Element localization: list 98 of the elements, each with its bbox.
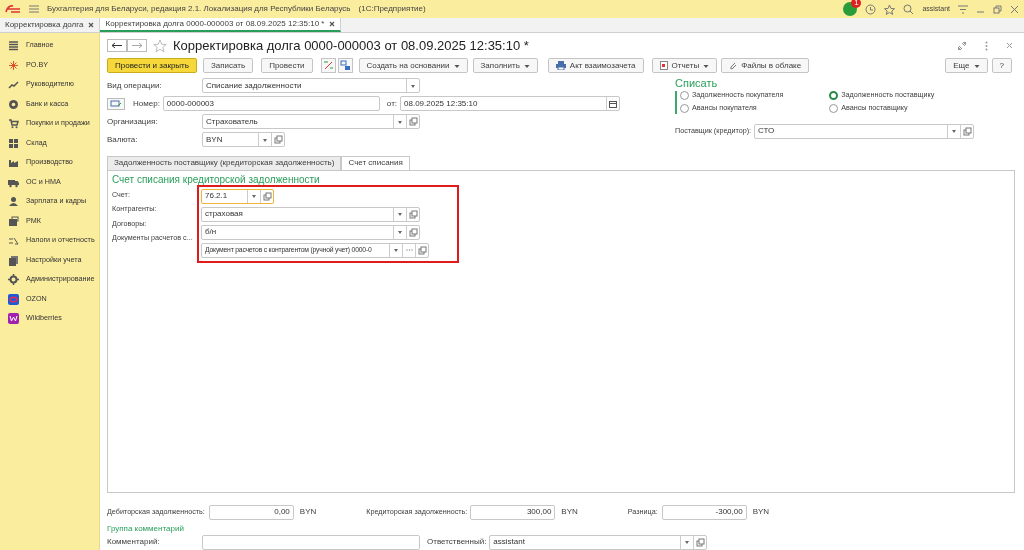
list-icon: [8, 40, 19, 52]
structure-icon[interactable]: [337, 58, 353, 74]
app-name: (1С:Предприятие): [358, 3, 426, 15]
menu-icon[interactable]: [29, 5, 39, 13]
open-button[interactable]: [406, 225, 419, 239]
register-icon: [8, 215, 19, 227]
number-field[interactable]: 0000-000003: [162, 96, 380, 112]
gear-icon: [8, 274, 19, 286]
edit-number-icon[interactable]: [107, 97, 125, 110]
responsible-field[interactable]: assistant: [489, 535, 708, 550]
open-icon: [407, 116, 419, 128]
section-title: Счет списания кредиторской задолженности: [112, 173, 320, 185]
star-icon[interactable]: [153, 38, 167, 53]
person-icon: [8, 196, 19, 208]
document-title: Корректировка долга 0000-000003 от 08.09.2025 12:35:10 *: [173, 37, 529, 56]
files-button[interactable]: Файлы в облаке: [721, 58, 810, 74]
app-logo-icon: [5, 4, 21, 14]
menu-button[interactable]: Создать на основании: [358, 58, 468, 74]
caret-icon: [453, 62, 460, 69]
form-tab[interactable]: Счет списания: [341, 155, 410, 170]
cart-icon: [8, 118, 19, 130]
select-field[interactable]: б/н: [201, 224, 420, 240]
star-icon[interactable]: [884, 3, 896, 15]
field-label: Организация:: [107, 115, 159, 128]
comment-field[interactable]: [202, 535, 420, 550]
field-label: от:: [386, 97, 398, 110]
field-label: Ответственный:: [427, 536, 487, 549]
form-tab[interactable]: Задолженность поставщику (кредиторская задолженность): [107, 155, 342, 170]
report-icon: [659, 61, 668, 71]
post-and-close-button[interactable]: Провести и закрыть: [107, 58, 197, 74]
notification-button[interactable]: 1: [843, 2, 858, 16]
stack-icon: [8, 254, 19, 266]
open-icon: [261, 190, 273, 202]
open-icon: [407, 226, 419, 238]
print-button[interactable]: Акт взаимозачета: [547, 58, 644, 74]
currency-field[interactable]: BYN: [202, 132, 285, 148]
notification-count: 1: [851, 0, 862, 8]
help-button[interactable]: ?: [991, 58, 1012, 74]
search-icon[interactable]: [903, 3, 915, 15]
group-title: Группа комментарий: [107, 523, 185, 534]
menu-button[interactable]: Заполнить: [472, 58, 538, 74]
sparkle-icon: [8, 59, 19, 71]
select-field[interactable]: страховая: [201, 206, 420, 222]
field-label: Комментарий:: [107, 536, 161, 549]
operation-type-field[interactable]: Списание задолженности: [202, 78, 420, 94]
close-icon[interactable]: [1010, 4, 1019, 14]
currency-label: BYN: [752, 506, 770, 519]
open-icon: [694, 537, 706, 548]
date-field[interactable]: 08.09.2025 12:35:10: [400, 96, 621, 112]
open-button[interactable]: [415, 243, 428, 257]
ellipsis-icon: [404, 248, 414, 253]
amount-field[interactable]: -300,00: [661, 505, 747, 520]
organization-field[interactable]: Страхователь: [202, 114, 420, 130]
calendar-button[interactable]: [606, 97, 620, 111]
chart-icon: [8, 79, 19, 91]
open-button[interactable]: [260, 189, 273, 203]
printer-icon: [555, 61, 566, 71]
more-vertical-icon[interactable]: [985, 40, 988, 51]
open-button[interactable]: [406, 115, 419, 129]
close-icon[interactable]: [88, 22, 95, 28]
field-label: Валюта:: [107, 133, 139, 146]
field-label: Номер:: [133, 97, 160, 110]
history-icon[interactable]: [865, 3, 877, 15]
open-button[interactable]: [960, 124, 974, 138]
restore-icon[interactable]: [993, 4, 1002, 14]
reports-button[interactable]: Отчеты: [651, 58, 718, 74]
open-button[interactable]: [693, 536, 707, 549]
field-label: Вид операции:: [107, 79, 163, 92]
supplier-field[interactable]: СТО: [754, 123, 975, 139]
currency-label: BYN: [561, 506, 578, 519]
account-field[interactable]: 76.2.1: [201, 188, 274, 204]
currency-label: BYN: [299, 506, 317, 519]
coin-icon: [8, 98, 19, 110]
grid-icon: [8, 137, 19, 149]
amount-field[interactable]: 300,00: [470, 505, 556, 520]
more-button[interactable]: Еще: [945, 58, 988, 74]
choose-button[interactable]: [402, 243, 415, 257]
debit-credit-icon[interactable]: [320, 58, 336, 74]
paperclip-icon: [729, 61, 738, 71]
open-icon: [961, 125, 973, 137]
caret-icon: [523, 62, 530, 69]
amount-field[interactable]: 0,00: [208, 505, 294, 520]
caret-icon: [703, 62, 710, 69]
link-icon[interactable]: [957, 40, 967, 51]
document-tab[interactable]: Корректировка долга 0000-000003 от 08.09.2025 12:35:10 *: [100, 18, 342, 32]
window-title: Бухгалтерия для Беларуси, редакция 2.1. Локализация для Республики Беларусь: [47, 3, 351, 15]
caret-icon: [973, 62, 980, 69]
open-icon: [272, 134, 284, 146]
open-button[interactable]: [271, 133, 284, 147]
close-icon[interactable]: [329, 21, 336, 27]
open-icon: [407, 208, 419, 220]
factory-icon: [8, 157, 19, 169]
open-button[interactable]: [406, 207, 419, 221]
toolbar-button[interactable]: Провести: [261, 58, 313, 74]
toolbar-button[interactable]: Записать: [202, 58, 254, 74]
settings-icon[interactable]: [958, 4, 968, 14]
section-title: Списать: [675, 76, 719, 90]
open-icon: [416, 244, 428, 256]
